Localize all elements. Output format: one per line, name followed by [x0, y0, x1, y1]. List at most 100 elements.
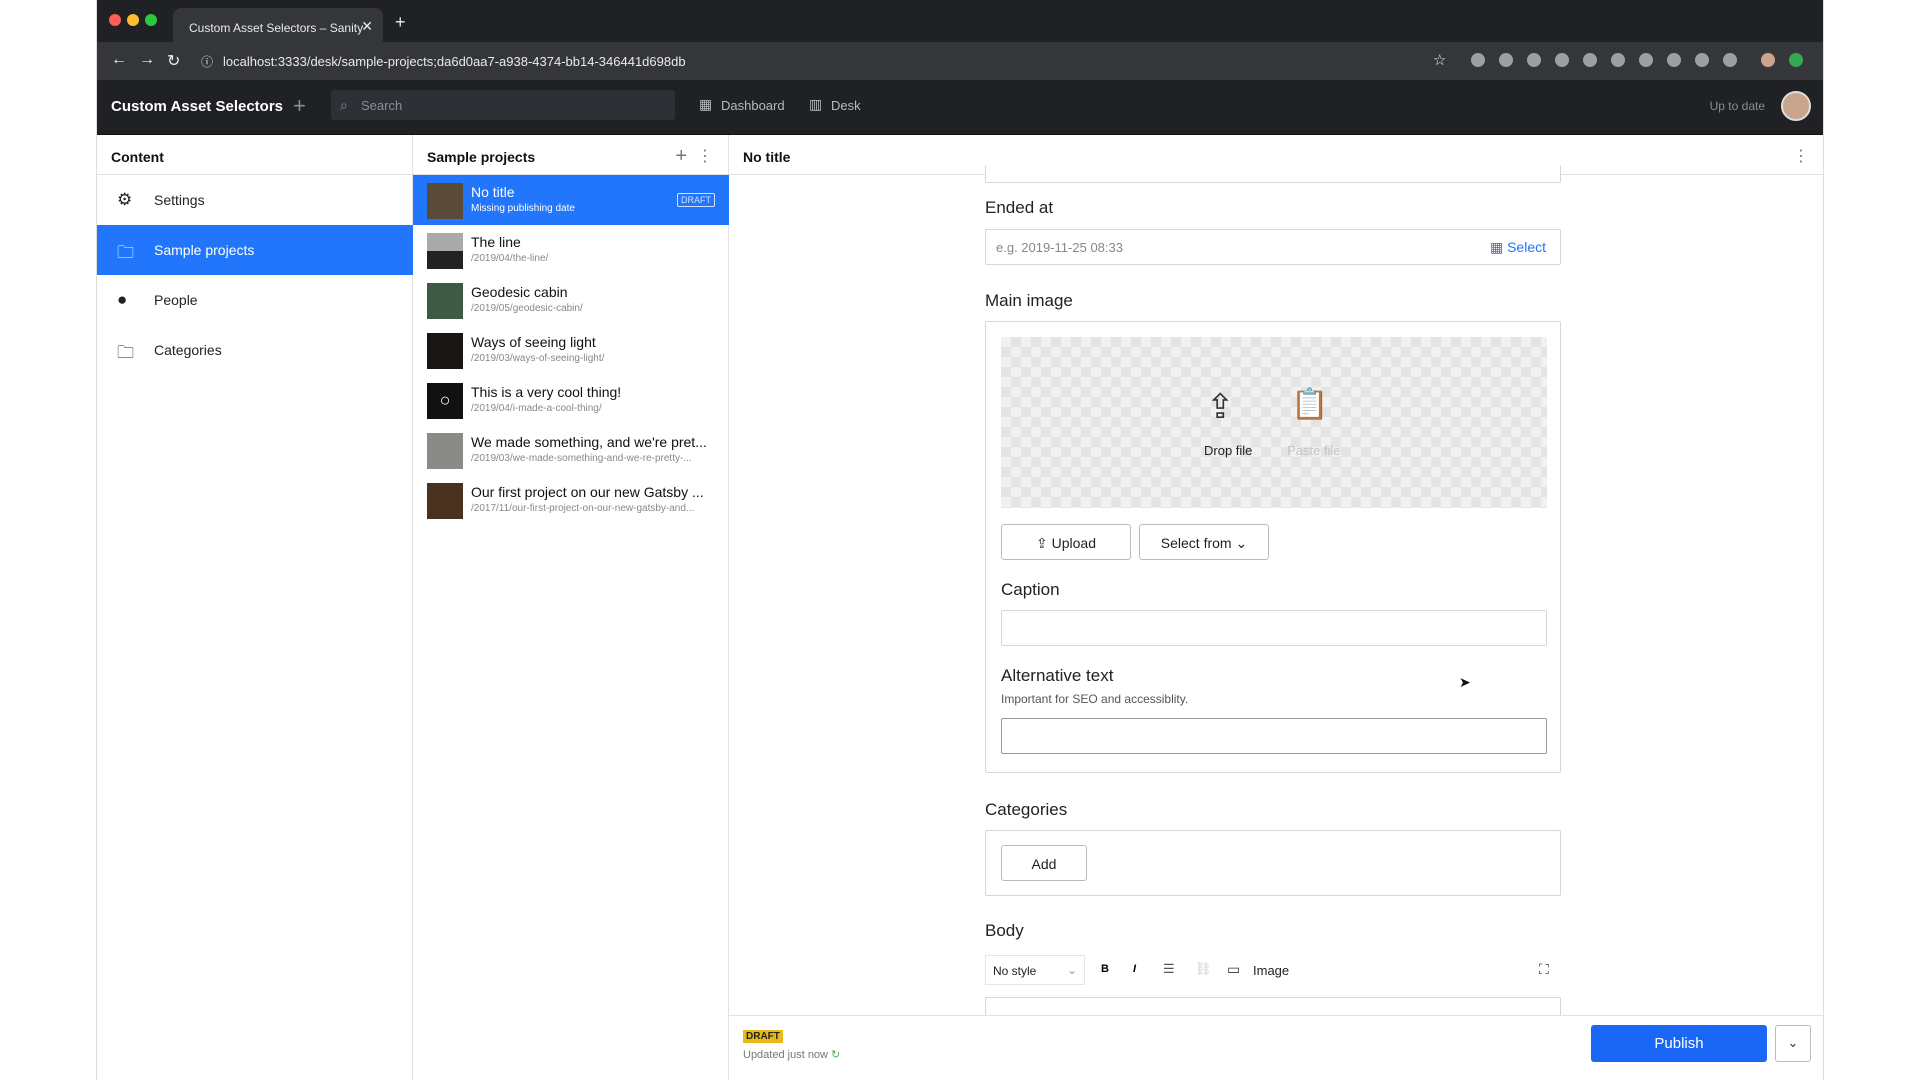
extension-icon[interactable] — [1723, 53, 1737, 67]
mouse-cursor: ➤ — [1459, 674, 1471, 690]
back-icon[interactable]: ← — [111, 51, 127, 69]
close-window-button[interactable] — [109, 14, 121, 26]
list-item[interactable]: The line /2019/04/the-line/ — [413, 225, 729, 275]
document-thumbnail — [427, 183, 463, 219]
desktop-margin — [0, 0, 96, 1080]
extension-icon[interactable] — [1527, 53, 1541, 67]
browser-tab[interactable]: Custom Asset Selectors – Sanity ✕ — [173, 8, 383, 42]
document-title: Geodesic cabin — [471, 284, 568, 300]
extension-icon[interactable] — [1639, 53, 1653, 67]
select-from-button[interactable]: Select from ⌄ — [1139, 524, 1269, 560]
extension-icon[interactable] — [1555, 53, 1569, 67]
extension-icon[interactable] — [1667, 53, 1681, 67]
bookmark-star-icon[interactable]: ☆ — [1433, 51, 1446, 69]
extension-icon[interactable] — [1499, 53, 1513, 67]
nav-item-label: Sample projects — [154, 242, 255, 258]
content-pane: Content ⚙ Settings 🗀 Sample projects ● P… — [97, 135, 413, 1080]
fullscreen-icon[interactable]: ⛶ — [1539, 961, 1549, 978]
extension-icon[interactable] — [1789, 53, 1803, 67]
document-title: No title — [471, 184, 515, 200]
document-subtitle: /2019/04/the-line/ — [471, 253, 549, 264]
extension-icon[interactable] — [1695, 53, 1709, 67]
dashboard-icon: ▦ — [699, 96, 713, 112]
select-date-button[interactable]: ▦ Select — [1490, 239, 1546, 256]
sync-icon: ↻ — [828, 1049, 841, 1061]
nav-item-settings[interactable]: ⚙ Settings — [97, 175, 413, 225]
tool-dashboard[interactable]: Dashboard — [721, 98, 785, 113]
document-title: No title — [743, 149, 791, 165]
browser-tab-bar: Custom Asset Selectors – Sanity ✕ + — [97, 0, 1823, 42]
list-item[interactable]: Our first project on our new Gatsby ... … — [413, 475, 729, 525]
more-options-icon[interactable]: ⋮ — [1793, 146, 1809, 166]
folder-icon: 🗀 — [117, 243, 134, 262]
upload-button[interactable]: ⇪ Upload — [1001, 524, 1131, 560]
document-editor: No title ⋮ Ended at e.g. 2019-11-25 08:3… — [729, 135, 1823, 1080]
gear-icon: ⚙ — [117, 190, 133, 209]
address-bar[interactable]: localhost:3333/desk/sample-projects;da6d… — [223, 54, 686, 69]
bold-icon[interactable]: B — [1101, 963, 1109, 975]
profile-avatar[interactable] — [1761, 53, 1775, 67]
alt-text-input[interactable] — [1001, 718, 1547, 754]
forward-icon[interactable]: → — [139, 51, 155, 69]
ended-at-input[interactable]: e.g. 2019-11-25 08:33 ▦ Select — [985, 229, 1561, 265]
document-thumbnail — [427, 333, 463, 369]
document-title: The line — [471, 234, 521, 250]
list-item[interactable]: Geodesic cabin /2019/05/geodesic-cabin/ — [413, 275, 729, 325]
user-avatar[interactable] — [1781, 91, 1811, 121]
main-image-field: ⇪ Drop file 📋 Paste file ⇪ Upload Select… — [985, 321, 1561, 773]
info-icon[interactable]: ⓘ — [201, 53, 213, 70]
document-thumbnail — [427, 233, 463, 269]
reload-icon[interactable]: ↻ — [167, 51, 180, 71]
document-subtitle: /2017/11/our-first-project-on-our-new-ga… — [471, 503, 695, 514]
content-pane-header: Content — [97, 135, 413, 175]
new-tab-icon[interactable]: + — [395, 12, 406, 33]
insert-image-button[interactable]: Image — [1253, 963, 1289, 978]
list-item[interactable]: ○ This is a very cool thing! /2019/04/i-… — [413, 375, 729, 425]
previous-date-field[interactable] — [985, 165, 1561, 183]
caption-label: Caption — [1001, 580, 1060, 599]
image-drop-zone[interactable]: ⇪ Drop file 📋 Paste file — [1001, 337, 1547, 508]
add-document-icon[interactable]: + — [675, 145, 687, 168]
nav-item-sample-projects[interactable]: 🗀 Sample projects — [97, 225, 413, 275]
create-new-icon[interactable]: + — [293, 93, 306, 119]
list-icon[interactable]: ☰ — [1163, 961, 1175, 977]
pane-title: Sample projects — [427, 149, 536, 165]
draft-status-badge: DRAFT — [743, 1030, 783, 1043]
document-thumbnail — [427, 433, 463, 469]
publish-options-button[interactable]: ⌄ — [1775, 1025, 1811, 1062]
list-item[interactable]: We made something, and we're pret... /20… — [413, 425, 729, 475]
nav-item-label: People — [154, 292, 198, 308]
select-label: Select — [1507, 239, 1546, 255]
add-category-button[interactable]: Add — [1001, 845, 1087, 881]
italic-icon[interactable]: I — [1133, 963, 1136, 975]
close-tab-icon[interactable]: ✕ — [361, 18, 373, 35]
publish-button[interactable]: Publish — [1591, 1025, 1767, 1062]
nav-item-categories[interactable]: 🗀 Categories — [97, 325, 413, 375]
draft-badge: DRAFT — [677, 193, 715, 207]
minimize-window-button[interactable] — [127, 14, 139, 26]
style-select[interactable]: No style ⌄ — [985, 955, 1085, 985]
nav-item-people[interactable]: ● People — [97, 275, 413, 325]
caption-input[interactable] — [1001, 610, 1547, 646]
browser-toolbar: ← → ↻ ⓘ localhost:3333/desk/sample-proje… — [97, 42, 1823, 80]
document-subtitle: Missing publishing date — [471, 203, 575, 214]
maximize-window-button[interactable] — [145, 14, 157, 26]
chevron-down-icon: ⌄ — [1231, 535, 1248, 551]
document-subtitle: /2019/05/geodesic-cabin/ — [471, 303, 583, 314]
pane-title: Content — [111, 149, 164, 165]
extension-icon[interactable] — [1471, 53, 1485, 67]
image-icon: ▭ — [1227, 961, 1241, 977]
document-thumbnail: ○ — [427, 383, 463, 419]
studio-brand[interactable]: Custom Asset Selectors — [111, 98, 283, 115]
document-title: This is a very cool thing! — [471, 384, 622, 400]
extension-icon[interactable] — [1583, 53, 1597, 67]
search-input[interactable]: ⌕ Search — [331, 90, 675, 120]
list-item[interactable]: No title Missing publishing date DRAFT — [413, 175, 729, 225]
document-title: Ways of seeing light — [471, 334, 596, 350]
more-options-icon[interactable]: ⋮ — [697, 146, 713, 166]
link-icon[interactable]: ⛓ — [1195, 961, 1212, 977]
upload-icon: ⇪ — [1036, 535, 1052, 551]
list-item[interactable]: Ways of seeing light /2019/03/ways-of-se… — [413, 325, 729, 375]
tool-desk[interactable]: Desk — [831, 98, 861, 113]
extension-icon[interactable] — [1611, 53, 1625, 67]
